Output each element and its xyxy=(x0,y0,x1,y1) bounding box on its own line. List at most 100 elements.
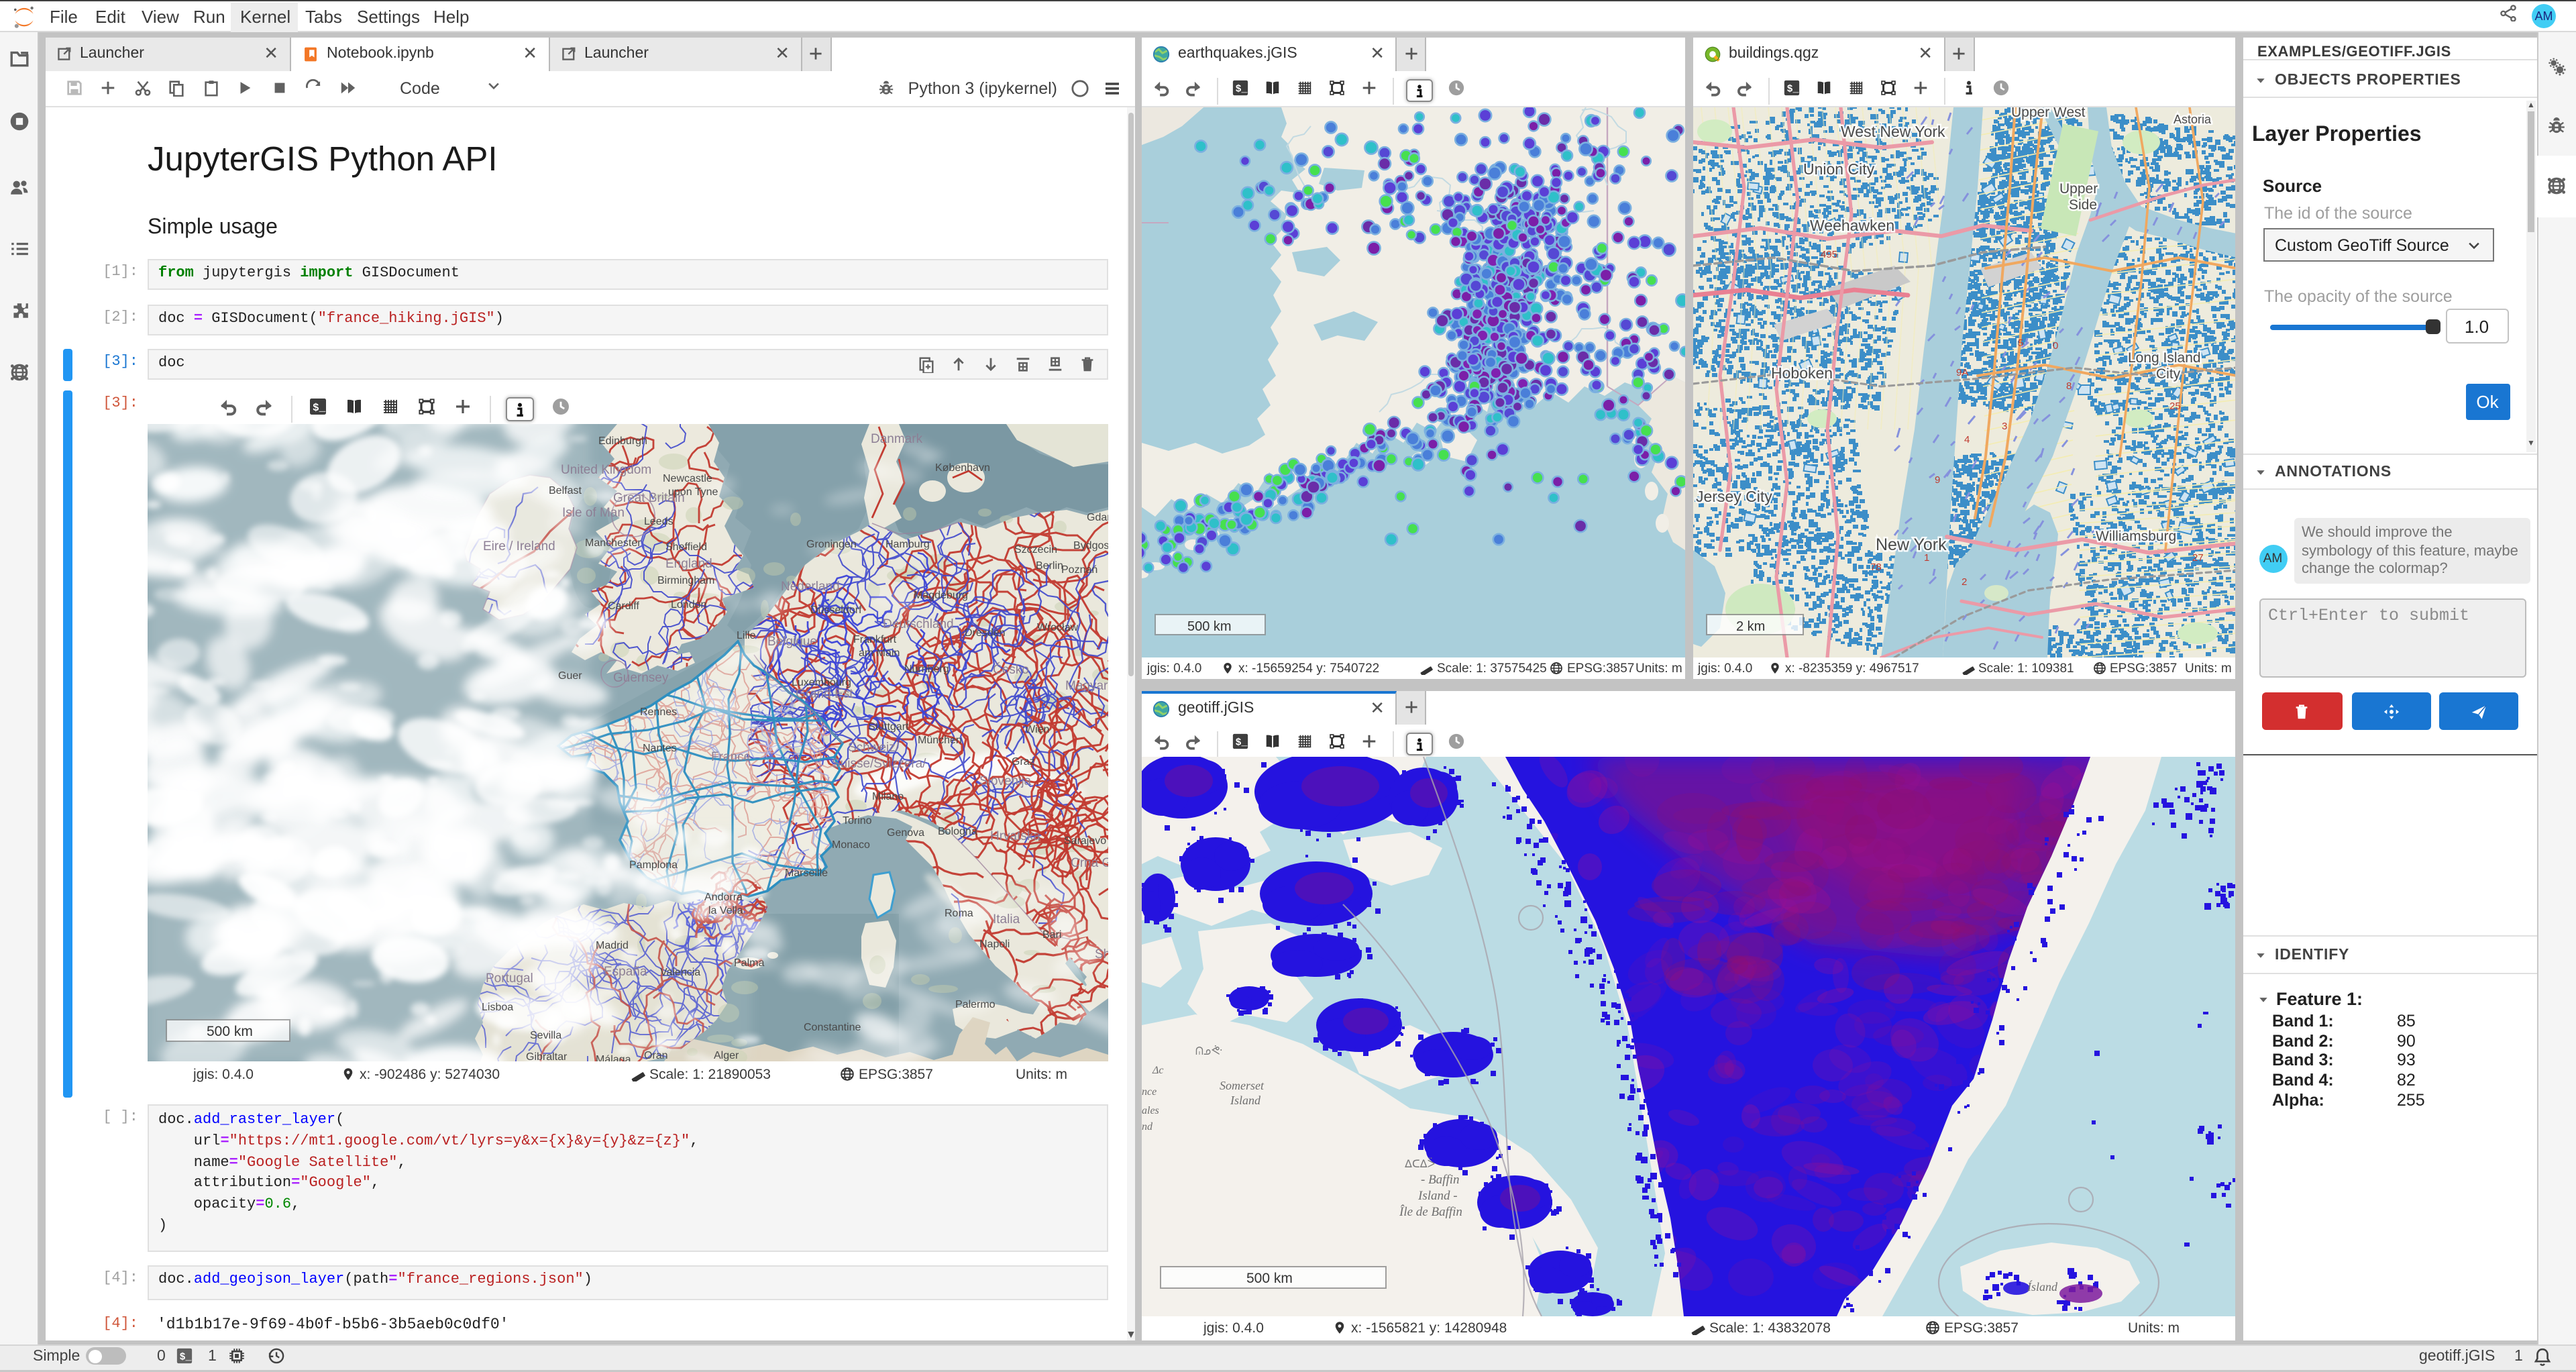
svg-text:Oran: Oran xyxy=(644,1049,668,1061)
svg-text:Lille: Lille xyxy=(737,629,756,641)
svg-text:Schweiz/: Schweiz/ xyxy=(848,740,900,754)
svg-text:Andorra: Andorra xyxy=(704,891,743,902)
svg-text:0: 0 xyxy=(2052,340,2057,352)
svg-text:Birmingham: Birmingham xyxy=(657,574,714,586)
svg-text:Pamplona: Pamplona xyxy=(629,859,678,870)
svg-text:Dresden: Dresden xyxy=(965,627,1005,638)
svg-text:New York: New York xyxy=(1875,535,1946,554)
svg-text:nce: nce xyxy=(1142,1086,1157,1098)
svg-text:Genova: Genova xyxy=(887,827,924,838)
svg-text:Union City: Union City xyxy=(1803,160,1874,178)
svg-text:Upper West: Upper West xyxy=(2010,107,2085,120)
svg-text:2: 2 xyxy=(1961,576,1966,588)
svg-text:Alger: Alger xyxy=(714,1049,739,1061)
svg-text:Magyaro: Magyaro xyxy=(1065,678,1108,692)
svg-text:Lisboa: Lisboa xyxy=(482,1001,513,1012)
svg-text:Side: Side xyxy=(2068,197,2096,213)
svg-text:ales: ales xyxy=(1142,1105,1159,1116)
svg-text:Gdansk: Gdansk xyxy=(1087,511,1108,523)
svg-text:City: City xyxy=(2155,366,2180,382)
svg-text:Nantes: Nantes xyxy=(643,742,677,753)
svg-text:Weehawken: Weehawken xyxy=(1809,217,1894,234)
svg-text:Valencia: Valencia xyxy=(660,966,700,978)
svg-text:Palma: Palma xyxy=(734,957,764,968)
svg-text:Bari: Bari xyxy=(1042,929,1061,940)
svg-text:Gibraltar: Gibraltar xyxy=(526,1051,568,1061)
svg-text:München: München xyxy=(918,734,962,745)
svg-text:500 km: 500 km xyxy=(1246,1271,1293,1286)
svg-text:København: København xyxy=(935,462,990,473)
svg-text:Nederland: Nederland xyxy=(781,579,840,593)
svg-text:Eire / Ireland: Eire / Ireland xyxy=(483,539,555,553)
svg-text:Grand Est: Grand Est xyxy=(796,686,853,700)
svg-text:Frankfurt: Frankfurt xyxy=(853,633,897,645)
svg-text:Edinburgh: Edinburgh xyxy=(598,435,647,446)
svg-text:England: England xyxy=(665,556,712,570)
svg-text:Constantine: Constantine xyxy=(804,1021,861,1033)
svg-text:Hamburg: Hamburg xyxy=(885,538,930,549)
svg-text:Δc: Δc xyxy=(1152,1065,1164,1076)
svg-text:Düsseldorf: Düsseldorf xyxy=(810,604,862,615)
svg-text:Hoboken: Hoboken xyxy=(1770,364,1832,382)
svg-text:Hrvatska: Hrvatska xyxy=(990,829,1040,843)
svg-text:Magdeburg: Magdeburg xyxy=(914,589,968,600)
svg-text:ᕬᓄᕜ: ᕬᓄᕜ xyxy=(1195,1046,1222,1057)
svg-text:Wien: Wien xyxy=(1025,723,1049,735)
svg-text:Astoria: Astoria xyxy=(2173,113,2211,126)
svg-text:Torino: Torino xyxy=(843,814,872,826)
svg-text:9: 9 xyxy=(1934,474,1939,486)
svg-text:Manchester: Manchester xyxy=(585,537,641,548)
svg-text:Upper: Upper xyxy=(2059,181,2097,197)
svg-text:Wrocław: Wrocław xyxy=(1037,621,1078,633)
svg-text:Sarajevo: Sarajevo xyxy=(1064,835,1106,846)
svg-text:495: 495 xyxy=(1820,249,1837,260)
svg-text:500 km: 500 km xyxy=(1187,619,1232,634)
svg-text:ᐃᑕᐃᐵ: ᐃᑕᐃᐵ xyxy=(1405,1157,1435,1170)
svg-text:Jersey City: Jersey City xyxy=(1695,488,1772,505)
svg-text:27: 27 xyxy=(2192,552,2203,564)
svg-text:Williamsburg: Williamsburg xyxy=(2095,529,2176,544)
svg-text:Shq: Shq xyxy=(1095,947,1108,961)
svg-text:3: 3 xyxy=(2001,421,2006,432)
svg-text:Belfast: Belfast xyxy=(549,484,582,496)
svg-text:1: 1 xyxy=(1923,552,1929,564)
svg-text:Sheffield: Sheffield xyxy=(665,541,707,552)
svg-text:Napoli: Napoli xyxy=(979,938,1010,949)
svg-text:España: España xyxy=(604,964,647,978)
svg-text:Portugal: Portugal xyxy=(486,971,533,985)
svg-text:Isle of Man: Isle of Man xyxy=(562,505,625,519)
svg-text:United Kingdom: United Kingdom xyxy=(561,462,651,476)
svg-text:London: London xyxy=(671,598,706,610)
svg-text:Szczecin: Szczecin xyxy=(1014,543,1057,555)
svg-text:Milano: Milano xyxy=(872,790,904,802)
svg-text:am Main: am Main xyxy=(859,647,900,658)
svg-text:Long Island: Long Island xyxy=(2127,350,2200,366)
svg-text:- Baffin: - Baffin xyxy=(1421,1173,1460,1187)
svg-text:Bologna: Bologna xyxy=(938,825,977,837)
svg-text:Island -: Island - xyxy=(1417,1189,1458,1203)
svg-text:Deutschland: Deutschland xyxy=(883,617,954,631)
svg-text:Roma: Roma xyxy=(945,907,973,918)
svg-text:Málaga: Málaga xyxy=(596,1053,631,1061)
svg-text:Palermo: Palermo xyxy=(955,998,996,1010)
svg-text:Suisse/Svizzera/: Suisse/Svizzera/ xyxy=(832,756,926,770)
svg-text:78: 78 xyxy=(1870,562,1881,573)
svg-text:5: 5 xyxy=(2017,337,2023,349)
svg-text:Česko: Česko xyxy=(993,662,1029,676)
svg-text:$_: $_ xyxy=(313,401,326,413)
svg-text:France: France xyxy=(711,749,751,763)
svg-text:9A: 9A xyxy=(1955,367,1968,378)
svg-text:Cardiff: Cardiff xyxy=(608,600,639,611)
svg-text:500 km: 500 km xyxy=(207,1023,253,1039)
svg-text:Marseille: Marseille xyxy=(785,867,828,878)
svg-text:$_: $_ xyxy=(1236,737,1248,748)
svg-text:Rennes: Rennes xyxy=(640,706,677,717)
svg-text:Graz: Graz xyxy=(1012,755,1035,767)
svg-text:8: 8 xyxy=(2065,380,2071,392)
svg-text:West New York: West New York xyxy=(1840,123,1945,140)
svg-text:Island: Island xyxy=(1230,1094,1261,1107)
svg-text:Poznań: Poznań xyxy=(1061,564,1097,575)
svg-text:$_: $_ xyxy=(1786,84,1799,95)
svg-text:Nürnberg: Nürnberg xyxy=(904,663,949,674)
svg-text:Île de Baffin: Île de Baffin xyxy=(1399,1204,1462,1219)
